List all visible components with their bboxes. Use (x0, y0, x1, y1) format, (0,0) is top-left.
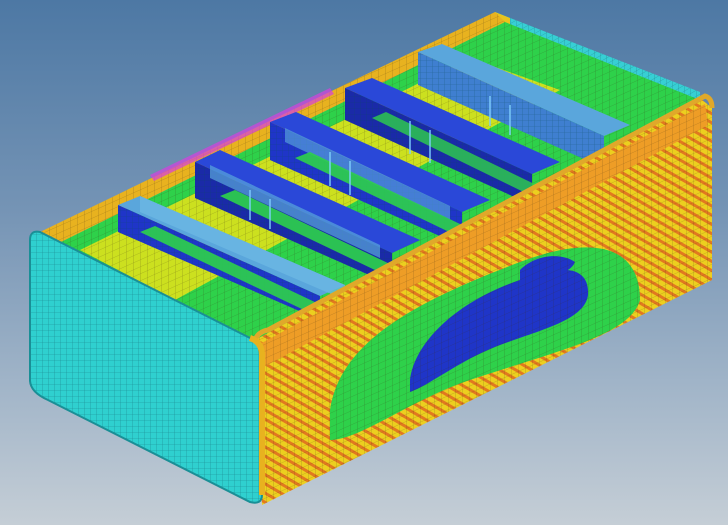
fea-mesh-render (29, 12, 715, 505)
render-viewport (0, 0, 728, 525)
